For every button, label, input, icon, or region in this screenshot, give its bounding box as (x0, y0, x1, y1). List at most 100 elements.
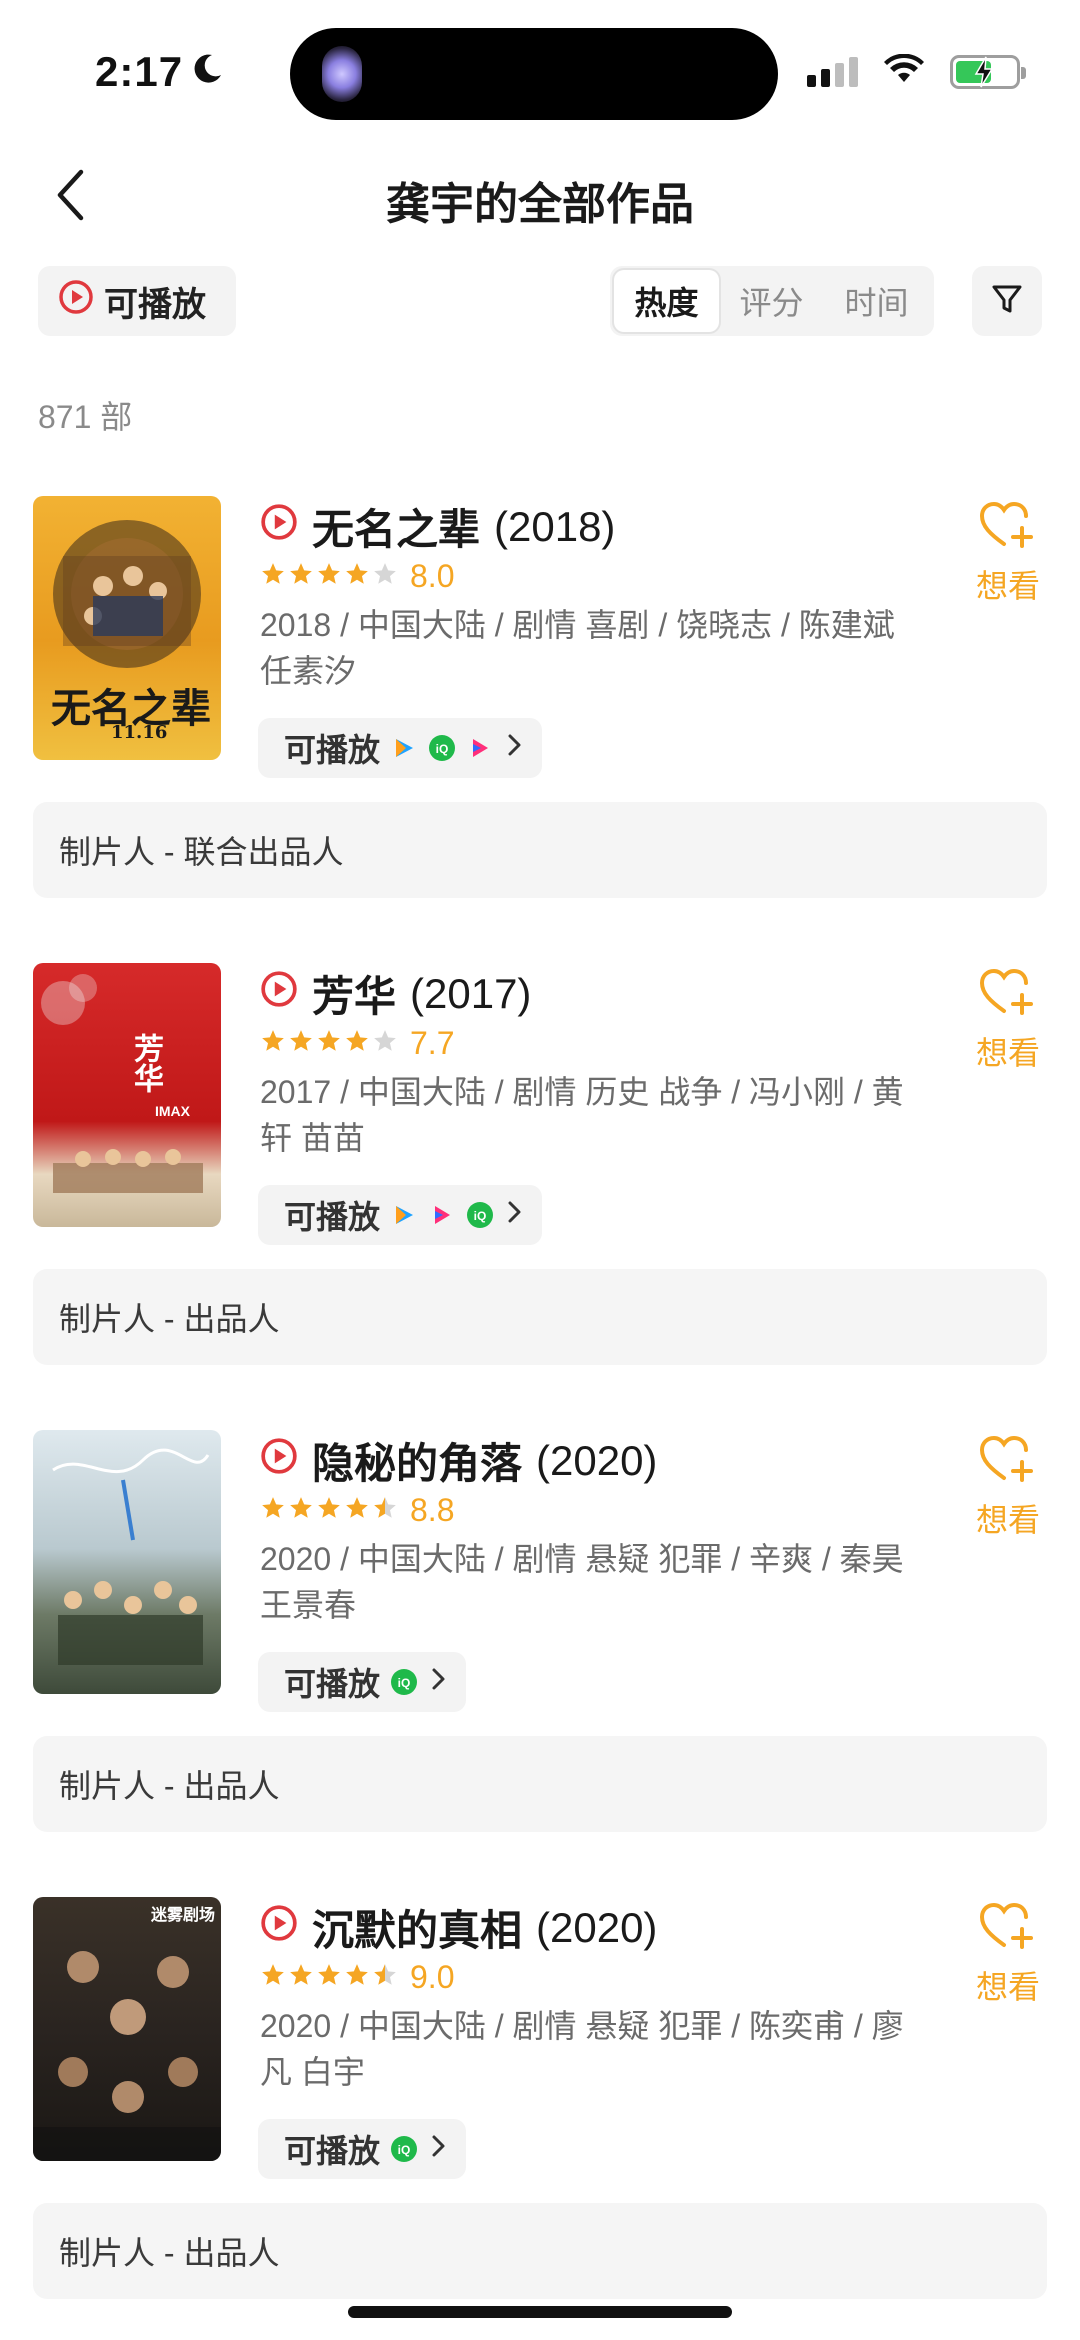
star-icon (372, 1962, 398, 1993)
tencent-video-icon (390, 734, 418, 762)
poster-date-text: IMAX (155, 1103, 190, 1119)
want-to-watch-button[interactable]: 想看 (968, 967, 1048, 1074)
star-icon (316, 561, 342, 592)
movie-rating: 8.0 (260, 558, 454, 595)
playable-filter-button[interactable]: 可播放 (38, 266, 236, 336)
svg-text:iQ: iQ (398, 2143, 411, 2157)
play-circle-icon (260, 503, 298, 551)
role-label: 制片人 - 联合出品人 (33, 802, 1047, 898)
star-icon (260, 1962, 286, 1993)
svg-text:iQ: iQ (474, 1209, 487, 1223)
youku-icon (428, 1201, 456, 1229)
want-to-watch-button[interactable]: 想看 (968, 1434, 1048, 1541)
rating-score: 8.0 (410, 558, 455, 594)
star-icon (316, 1028, 342, 1059)
star-icon (288, 1028, 314, 1059)
star-rating (260, 561, 398, 592)
iqiyi-icon: iQ (390, 2135, 418, 2163)
want-to-watch-button[interactable]: 想看 (968, 500, 1048, 607)
sort-tab-popularity[interactable]: 热度 (614, 270, 719, 332)
works-count: 871 部 (38, 399, 133, 435)
chevron-right-icon (428, 1664, 448, 1701)
chevron-right-icon (504, 730, 524, 767)
movie-name: 沉默的真相 (312, 1907, 523, 1954)
movie-year: (2020) (536, 1903, 658, 1951)
movie-meta: 2018 / 中国大陆 / 剧情 喜剧 / 饶晓志 / 陈建斌 任素汐 (260, 607, 895, 689)
play-circle-icon (58, 279, 94, 324)
movie-rating: 8.8 (260, 1492, 454, 1529)
page-title: 龚宇的全部作品 (386, 180, 694, 229)
poster-image[interactable]: 迷雾剧场 (33, 1897, 221, 2161)
role-label: 制片人 - 出品人 (33, 2203, 1047, 2299)
star-rating (260, 1962, 398, 1993)
flashlight-icon (322, 46, 362, 102)
movie-year: (2018) (494, 502, 616, 550)
moon-icon (190, 52, 224, 91)
playable-label: 可播放 (284, 1666, 381, 1702)
playable-filter-label: 可播放 (104, 285, 206, 324)
star-icon (372, 1028, 398, 1059)
poster-image[interactable] (33, 1430, 221, 1694)
sort-tab-time[interactable]: 时间 (824, 270, 929, 332)
want-to-watch-button[interactable]: 想看 (968, 1901, 1048, 2008)
playable-chip[interactable]: 可播放 iQ (258, 718, 543, 778)
star-icon (344, 1495, 370, 1526)
svg-text:iQ: iQ (436, 742, 449, 756)
poster-image[interactable]: 芳华 IMAX (33, 963, 221, 1227)
nav-header: 龚宇的全部作品 (0, 150, 1080, 240)
funnel-icon (990, 282, 1024, 321)
movie-year: (2020) (536, 1436, 658, 1484)
star-icon (260, 1028, 286, 1059)
sort-tab-rating[interactable]: 评分 (719, 270, 824, 332)
svg-text:iQ: iQ (398, 1676, 411, 1690)
star-icon (344, 1962, 370, 1993)
star-icon (288, 1495, 314, 1526)
rating-score: 8.8 (410, 1492, 455, 1528)
heart-plus-icon (978, 1901, 1038, 1958)
youku-icon (466, 734, 494, 762)
star-icon (372, 561, 398, 592)
filter-button[interactable] (972, 266, 1042, 336)
want-to-watch-label: 想看 (975, 1502, 1040, 1538)
sort-tabs: 热度 评分 时间 (610, 266, 934, 336)
movie-title[interactable]: 芳华 (2017) (260, 963, 531, 1024)
poster-date-text: 11.16 (111, 722, 168, 743)
movie-year: (2017) (410, 969, 532, 1017)
filter-bar: 可播放 热度 评分 时间 (0, 266, 1080, 338)
movie-title[interactable]: 无名之辈 (2018) (260, 496, 615, 557)
want-to-watch-label: 想看 (975, 1035, 1040, 1071)
playable-chip[interactable]: 可播放 iQ (258, 1185, 543, 1245)
star-icon (260, 1495, 286, 1526)
poster-title-text: 芳华 (128, 1033, 163, 1093)
role-label: 制片人 - 出品人 (33, 1269, 1047, 1365)
movie-title[interactable]: 沉默的真相 (2020) (260, 1897, 657, 1958)
heart-plus-icon (978, 967, 1038, 1024)
cellular-signal-icon (807, 56, 858, 87)
star-icon (344, 1028, 370, 1059)
play-circle-icon (260, 1437, 298, 1485)
poster-image[interactable]: 无名之辈 11.16 (33, 496, 221, 760)
star-icon (316, 1495, 342, 1526)
movie-meta: 2020 / 中国大陆 / 剧情 悬疑 犯罪 / 辛爽 / 秦昊 王景春 (260, 1541, 904, 1623)
play-circle-icon (260, 970, 298, 1018)
dynamic-island (290, 28, 778, 120)
movie-title[interactable]: 隐秘的角落 (2020) (260, 1430, 657, 1491)
star-icon (260, 561, 286, 592)
star-icon (288, 1962, 314, 1993)
playable-chip[interactable]: 可播放 iQ (258, 2119, 467, 2179)
movie-meta: 2020 / 中国大陆 / 剧情 悬疑 犯罪 / 陈奕甫 / 廖凡 白宇 (260, 2008, 904, 2090)
playable-label: 可播放 (284, 1199, 381, 1235)
status-bar: 2:17 (0, 0, 1080, 130)
home-indicator[interactable] (348, 2306, 732, 2318)
role-label: 制片人 - 出品人 (33, 1736, 1047, 1832)
poster-badge-text: 迷雾剧场 (151, 1907, 216, 1924)
movie-name: 芳华 (312, 973, 397, 1020)
status-time: 2:17 (95, 48, 184, 95)
rating-score: 9.0 (410, 1959, 455, 1995)
movie-meta: 2017 / 中国大陆 / 剧情 历史 战争 / 冯小刚 / 黄轩 苗苗 (260, 1074, 904, 1156)
movie-name: 隐秘的角落 (312, 1440, 523, 1487)
wifi-icon (884, 53, 924, 89)
heart-plus-icon (978, 1434, 1038, 1491)
playable-chip[interactable]: 可播放 iQ (258, 1652, 467, 1712)
star-icon (344, 561, 370, 592)
